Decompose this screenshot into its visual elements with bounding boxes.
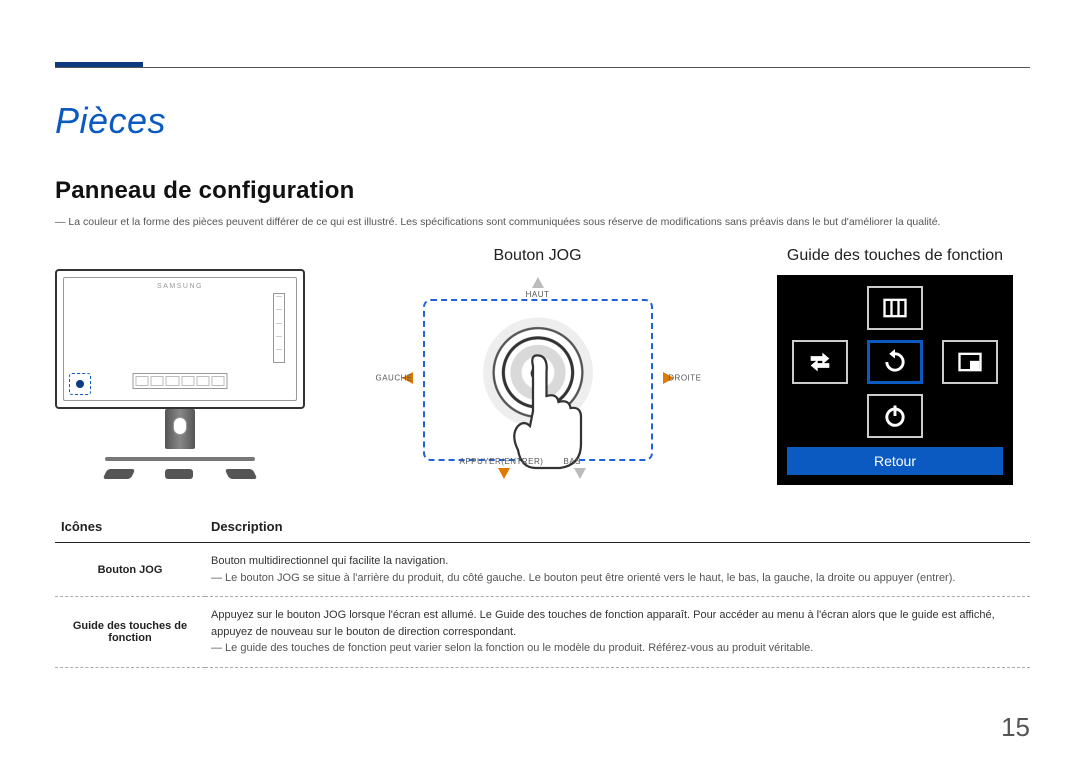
table-row: Bouton JOG Bouton multidirectionnel qui … (55, 543, 1030, 597)
monitor-stand-neck (165, 409, 195, 449)
label-press: APPUYER(ENTRER) (460, 457, 544, 466)
label-down: BAS (564, 457, 582, 466)
label-left: GAUCHE (376, 374, 413, 383)
function-guide-title: Guide des touches de fonction (760, 247, 1030, 265)
jog-button-callout (69, 373, 91, 395)
function-key-guide-panel: Retour (777, 275, 1013, 485)
header-divider (55, 67, 1030, 68)
pip-icon (942, 340, 998, 384)
source-icon (792, 340, 848, 384)
monitor-side-ports (273, 293, 285, 363)
label-right: DROITE (668, 374, 701, 383)
label-up: HAUT (526, 290, 550, 299)
monitor-illustration-column: SAMSUNG (55, 247, 315, 489)
row-icon-label: Bouton JOG (55, 543, 205, 597)
return-button: Retour (787, 447, 1003, 475)
monitor-rear-view: SAMSUNG (55, 269, 305, 489)
section-title: Pièces (55, 100, 1030, 142)
subsection-title: Panneau de configuration (55, 177, 1030, 205)
power-icon (867, 394, 923, 438)
manual-page: { "page_number": "15", "section_title": … (0, 0, 1080, 763)
table-header-description: Description (205, 511, 1030, 543)
illustration-row: SAMSUNG Bouton JOG (55, 247, 1030, 489)
row-description: Bouton multidirectionnel qui facilite la… (205, 543, 1030, 597)
monitor-ports (133, 373, 228, 389)
top-note: ― La couleur et la forme des pièces peuv… (55, 215, 1030, 229)
jog-title: Bouton JOG (325, 247, 750, 265)
icons-description-table: Icônes Description Bouton JOG Bouton mul… (55, 511, 1030, 668)
function-key-guide-column: Guide des touches de fonction Retour (760, 247, 1030, 485)
menu-icon (867, 286, 923, 330)
table-header-icons: Icônes (55, 511, 205, 543)
row-description: Appuyez sur le bouton JOG lorsque l'écra… (205, 597, 1030, 668)
monitor-brand-text: SAMSUNG (157, 283, 203, 290)
jog-diagram: HAUT BAS APPUYER(ENTRER) GAUCHE DROITE (378, 273, 698, 483)
page-number: 15 (1001, 712, 1030, 743)
jog-button-dot (76, 380, 84, 388)
header-accent-bar (55, 62, 143, 67)
monitor-body: SAMSUNG (55, 269, 305, 409)
row-icon-label: Guide des touches de fonction (55, 597, 205, 668)
table-row: Guide des touches de fonction Appuyez su… (55, 597, 1030, 668)
refresh-icon (867, 340, 923, 384)
jog-button-column: Bouton JOG HAUT BAS APPUYER(ENTRER) GAUC… (325, 247, 750, 483)
monitor-stand-base (105, 447, 255, 477)
arrow-up-icon (532, 277, 544, 288)
